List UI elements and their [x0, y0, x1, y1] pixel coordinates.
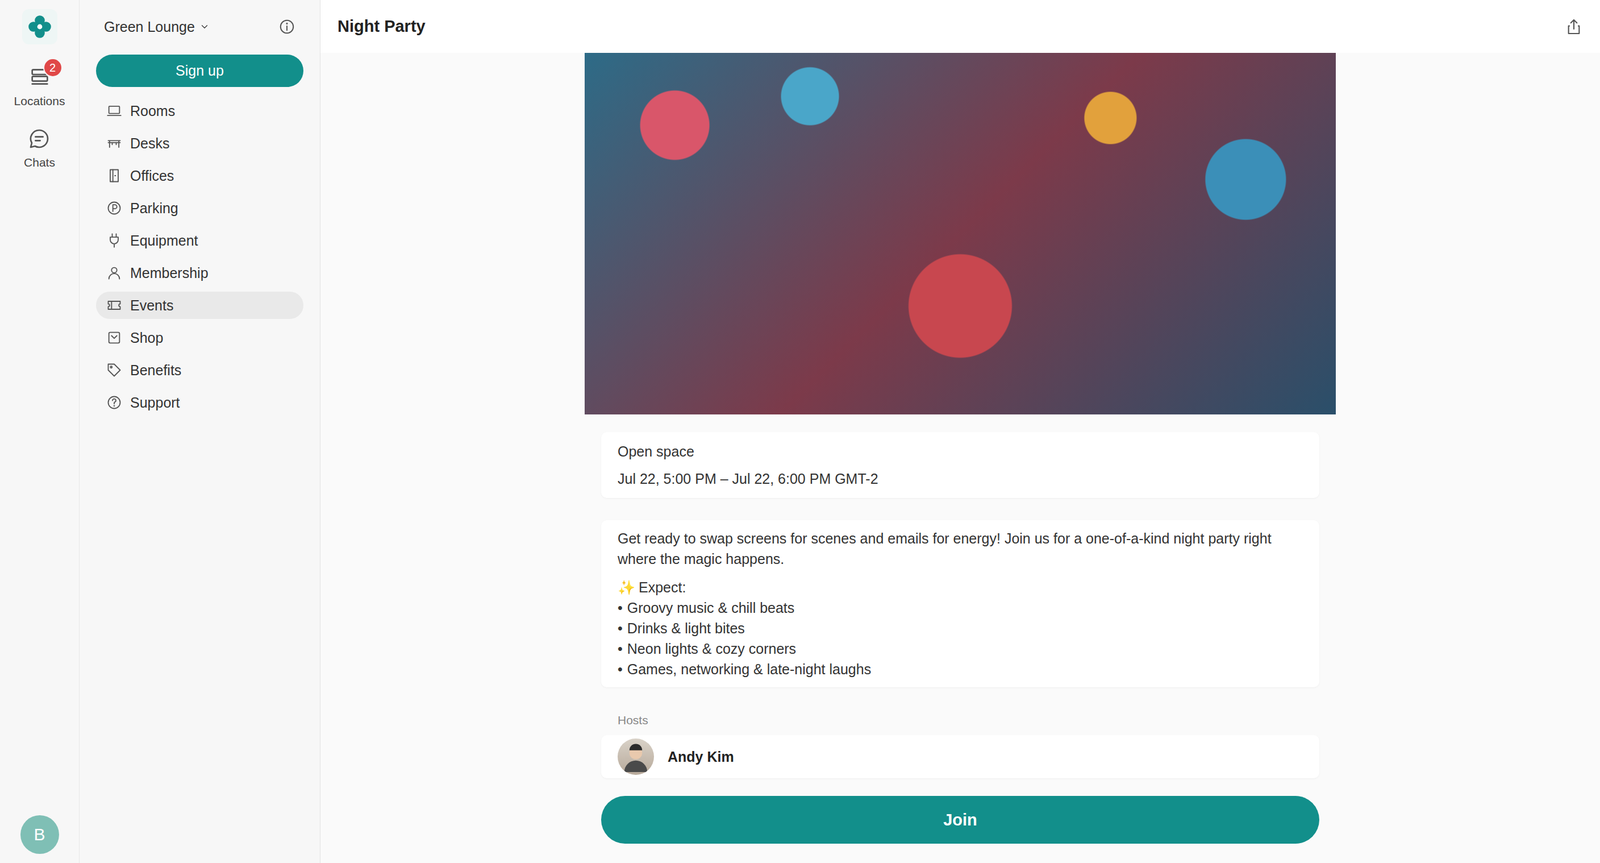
sidebar-item[interactable]: Rooms — [96, 97, 304, 125]
sidebar-item-label: Support — [130, 394, 181, 411]
sidebar-item[interactable]: Desks — [96, 129, 304, 157]
sidebar-item-label: Desks — [130, 135, 170, 152]
expect-section: ✨Expect:•Groovy music & chill beats•Drin… — [617, 576, 1303, 679]
rail-item[interactable]: 2 Locations — [11, 62, 68, 112]
sidebar-item-label: Shop — [130, 329, 164, 347]
chevron-down-icon — [199, 21, 210, 32]
location-picker[interactable]: Green Lounge — [103, 18, 210, 36]
page-title: Night Party — [337, 17, 426, 36]
host-name: Andy Kim — [667, 748, 735, 765]
sidebar-item-label: Benefits — [130, 361, 182, 379]
sidebar-item[interactable]: Offices — [96, 161, 304, 190]
join-button[interactable]: Join — [601, 795, 1320, 844]
sidebar-item-label: Rooms — [130, 102, 175, 120]
ticket-icon — [106, 297, 123, 314]
laptop-icon — [106, 102, 123, 119]
expect-item: •Neon lights & cozy corners — [617, 638, 1303, 659]
host-avatar — [617, 738, 654, 775]
expect-item-text: Groovy music & chill beats — [627, 597, 795, 618]
event-description: Get ready to swap screens for scenes and… — [617, 527, 1303, 569]
rail-label: Locations — [14, 94, 66, 108]
rail-icon-wrap — [27, 127, 51, 150]
rail-item[interactable]: Chats — [21, 123, 58, 173]
shop-icon — [106, 329, 123, 346]
bullet-icon: • — [617, 638, 623, 659]
help-icon — [106, 394, 123, 411]
sidebar-item-label: Membership — [130, 264, 209, 282]
sign-up-button[interactable]: Sign up — [96, 54, 304, 87]
rail-label: Chats — [23, 155, 56, 170]
sidebar-item[interactable]: Events — [96, 291, 304, 319]
expect-item-text: Drinks & light bites — [627, 617, 745, 639]
app-logo[interactable] — [22, 9, 58, 45]
sidebar-item[interactable]: Parking — [96, 194, 304, 222]
door-icon — [106, 167, 123, 184]
desk-icon — [106, 135, 123, 152]
share-button[interactable] — [1564, 17, 1583, 36]
expect-list: •Groovy music & chill beats•Drinks & lig… — [617, 597, 1303, 679]
event-details: Open space Jul 22, 5:00 PM – Jul 22, 6:00… — [601, 414, 1320, 844]
tag-icon — [106, 361, 123, 378]
rail-icon-wrap: 2 — [28, 65, 52, 89]
expect-item: •Games, networking & late-night laughs — [617, 658, 1303, 679]
expect-heading: ✨Expect: — [617, 576, 1303, 598]
sidebar-item[interactable]: Support — [96, 388, 304, 416]
app-shell: 2 Locations Chats B Green Lounge Sign up Rooms… — [0, 0, 1600, 863]
info-button[interactable] — [278, 18, 296, 36]
info-icon — [278, 18, 296, 36]
expect-item: •Drinks & light bites — [617, 617, 1303, 639]
event-photo — [584, 52, 1336, 415]
page-header: Night Party — [320, 0, 1600, 53]
expect-item-text: Neon lights & cozy corners — [627, 638, 797, 659]
event-content: Open space Jul 22, 5:00 PM – Jul 22, 6:00… — [320, 52, 1600, 844]
event-description-card: Get ready to swap screens for scenes and… — [601, 519, 1320, 687]
sidebar-item[interactable]: Membership — [96, 259, 304, 287]
event-time: Jul 22, 5:00 PM – Jul 22, 6:00 PM GMT-2 — [617, 468, 1303, 489]
bullet-icon: • — [617, 597, 623, 618]
chat-icon — [27, 127, 51, 150]
clover-logo-icon — [27, 14, 53, 40]
event-place: Open space — [617, 440, 1303, 462]
sidebar: Green Lounge Sign up Rooms Desks Offices Park… — [79, 0, 321, 863]
sidebar-item-label: Equipment — [130, 232, 199, 249]
parking-icon — [106, 200, 123, 216]
sidebar-nav: Rooms Desks Offices Parking Equipment Members… — [96, 97, 304, 416]
app-rail: 2 Locations Chats B — [0, 0, 80, 863]
user-avatar[interactable]: B — [20, 814, 60, 854]
hosts-label: Hosts — [601, 713, 1320, 727]
user-icon — [106, 264, 123, 281]
sidebar-item-label: Parking — [130, 200, 179, 217]
event-info-card: Open space Jul 22, 5:00 PM – Jul 22, 6:00… — [601, 431, 1320, 498]
sidebar-item-label: Events — [130, 297, 174, 314]
bullet-icon: • — [617, 617, 623, 639]
main-panel: Night Party Open space Jul 22, 5:00 PM – J… — [320, 0, 1600, 863]
sidebar-item-label: Offices — [130, 167, 174, 185]
person-icon — [620, 740, 652, 772]
sparkle-icon: ✨ — [617, 578, 636, 595]
sidebar-item[interactable]: Equipment — [96, 226, 304, 254]
bullet-icon: • — [617, 658, 623, 679]
plug-icon — [106, 232, 123, 249]
expect-item-text: Games, networking & late-night laughs — [627, 658, 872, 679]
location-name: Green Lounge — [103, 18, 195, 36]
host-card[interactable]: Andy Kim — [601, 734, 1320, 778]
notification-badge: 2 — [43, 57, 63, 78]
location-row: Green Lounge — [96, 14, 304, 39]
expect-item: •Groovy music & chill beats — [617, 597, 1303, 618]
sidebar-item[interactable]: Benefits — [96, 356, 304, 384]
share-icon — [1564, 17, 1583, 36]
sidebar-item[interactable]: Shop — [96, 323, 304, 352]
